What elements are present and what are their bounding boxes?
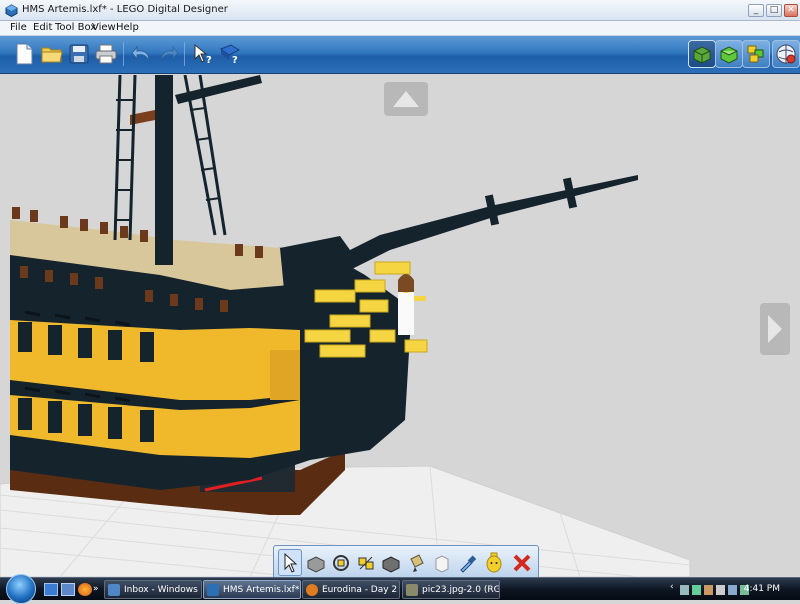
print-button[interactable] [92, 40, 120, 68]
gimp-icon [406, 584, 418, 596]
lego-app-icon [5, 4, 18, 17]
minifig-tool-button[interactable] [482, 549, 506, 576]
share-button[interactable] [772, 40, 800, 68]
minifig-head-icon [486, 552, 502, 572]
building-guide-mode-button[interactable] [742, 40, 770, 68]
page-icon [16, 43, 33, 65]
clone-brick-icon [307, 555, 325, 573]
eyedropper-icon [460, 554, 477, 573]
hide-brick-icon [435, 554, 449, 573]
tray-icon[interactable] [704, 585, 713, 595]
pointer-question-icon: ? [194, 43, 212, 65]
volume-icon[interactable] [716, 585, 725, 595]
switch-windows-icon[interactable] [61, 583, 75, 596]
menu-help[interactable]: Help [116, 22, 139, 33]
menu-bar: File Edit Tool Box View Help [0, 21, 800, 36]
eyedropper-tool-button[interactable] [456, 549, 480, 576]
floppy-icon [69, 44, 89, 64]
pan-right-button[interactable] [760, 303, 790, 355]
redo-arrow-icon [160, 45, 179, 62]
undo-arrow-icon [131, 45, 150, 62]
ship-model-render [0, 75, 691, 577]
help-pointer-button[interactable]: ? [189, 40, 217, 68]
taskbar-item-firefox[interactable]: Eurodina - Day 2 - E... [302, 580, 400, 599]
view-mode-icon [720, 46, 738, 64]
menu-toolbox[interactable]: Tool Box [55, 22, 96, 33]
book-question-icon: ? [219, 44, 241, 65]
firefox-icon[interactable] [78, 583, 92, 596]
build-mode-icon [693, 46, 711, 64]
lego-designer-icon [207, 584, 219, 596]
task-label: HMS Artemis.lxf* - L... [223, 585, 300, 595]
view-mode-button[interactable] [715, 40, 743, 68]
printer-icon [95, 44, 117, 64]
title-bar: HMS Artemis.lxf* - LEGO Digital Designer… [0, 0, 800, 21]
delete-x-icon [513, 554, 531, 571]
svg-text:?: ? [206, 55, 212, 65]
build-mode-button[interactable] [688, 40, 716, 68]
menu-view[interactable]: View [92, 22, 116, 33]
menu-file[interactable]: File [10, 22, 27, 33]
main-mast [155, 75, 173, 265]
flex-tool-button[interactable] [379, 549, 403, 576]
brick-tools-palette [273, 545, 539, 579]
pan-up-button[interactable] [384, 82, 428, 116]
minifigure-figurehead [398, 274, 426, 335]
hinge-align-tool-button[interactable] [354, 549, 378, 576]
help-book-button[interactable]: ? [216, 40, 244, 68]
show-desktop-icon[interactable] [44, 583, 58, 596]
taskbar-item-gimp[interactable]: pic23.jpg-2.0 (RGB, ... [402, 580, 500, 599]
undo-button[interactable] [128, 40, 156, 68]
taskbar-item-lego-designer[interactable]: HMS Artemis.lxf* - L... [203, 580, 301, 599]
model-viewport[interactable] [0, 75, 800, 577]
firefox-icon [306, 584, 318, 596]
new-file-button[interactable] [10, 40, 38, 68]
guide-mode-icon [747, 45, 764, 63]
redo-button[interactable] [154, 40, 182, 68]
clock[interactable]: 4:41 PM [744, 584, 780, 594]
paint-tool-button[interactable] [405, 549, 429, 576]
hinge-tool-button[interactable] [329, 549, 353, 576]
folder-icon [41, 47, 63, 63]
close-button[interactable]: ✕ [784, 4, 798, 17]
maximize-button[interactable]: □ [766, 4, 782, 17]
network-icon[interactable] [728, 585, 737, 595]
hinge-icon [333, 554, 349, 571]
hinge-align-icon [358, 556, 374, 569]
delete-tool-button[interactable] [510, 549, 534, 576]
task-label: Eurodina - Day 2 - E... [322, 585, 399, 595]
save-file-button[interactable] [65, 40, 93, 68]
select-tool-button[interactable] [278, 549, 302, 576]
paint-bucket-icon [410, 553, 424, 572]
system-tray: ‹ 4:41 PM [668, 579, 800, 600]
right-arrow-icon [768, 315, 782, 343]
task-label: Inbox - Windows Mail [124, 585, 201, 595]
windows-taskbar: » Inbox - Windows Mail HMS Artemis.lxf* … [0, 574, 800, 604]
tray-expand-icon[interactable]: ‹ [670, 582, 679, 592]
flex-brick-icon [382, 555, 400, 573]
hide-tool-button[interactable] [430, 549, 454, 576]
toolbar-separator [184, 42, 185, 66]
clone-tool-button[interactable] [304, 549, 328, 576]
tray-icon[interactable] [680, 585, 689, 595]
up-arrow-icon [393, 91, 419, 107]
minimize-button[interactable]: _ [748, 4, 764, 17]
window-title: HMS Artemis.lxf* - LEGO Digital Designer [22, 4, 228, 15]
toolbar-separator [123, 42, 124, 66]
globe-icon [776, 44, 796, 64]
svg-text:?: ? [232, 55, 238, 65]
menu-edit[interactable]: Edit [33, 22, 52, 33]
windows-mail-icon [108, 584, 120, 596]
tray-icon[interactable] [692, 585, 701, 595]
cursor-icon [284, 552, 297, 573]
open-file-button[interactable] [38, 40, 66, 68]
task-label: pic23.jpg-2.0 (RGB, ... [422, 585, 500, 595]
bowsprit [330, 175, 638, 275]
main-toolbar: ? ? [0, 36, 800, 74]
taskbar-item-windows-mail[interactable]: Inbox - Windows Mail [104, 580, 202, 599]
